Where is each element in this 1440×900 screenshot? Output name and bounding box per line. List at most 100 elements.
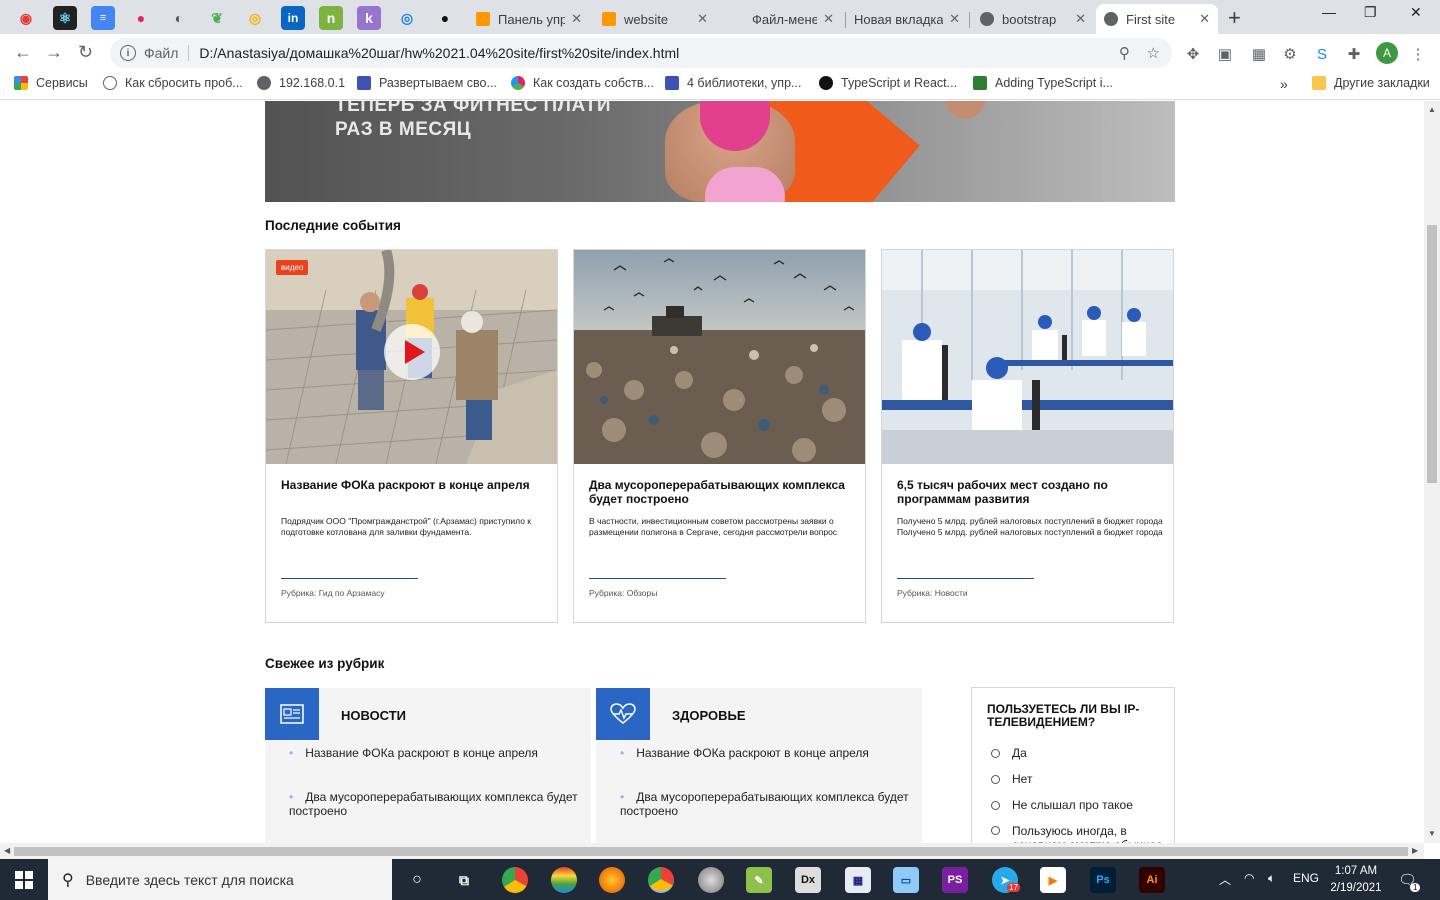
event-image-laboratory[interactable] — [882, 250, 1173, 464]
wifi-icon[interactable]: ◠ — [1244, 871, 1254, 885]
browser-colorful-icon[interactable] — [551, 867, 577, 893]
poll-option[interactable]: Да — [991, 746, 1027, 760]
bookmark-apps[interactable]: Сервисы — [14, 76, 88, 90]
new-tab-button[interactable]: + — [1228, 5, 1241, 31]
volume-icon[interactable]: 🔈︎ — [1268, 871, 1275, 886]
event-card[interactable]: Два мусороперерабатывающих комплекса буд… — [573, 249, 866, 623]
windows-start-icon[interactable] — [0, 859, 48, 900]
rubric-link[interactable]: • Два мусороперерабатывающих комплекса бу… — [289, 790, 579, 818]
bookmark-item[interactable]: 192.168.0.1 — [257, 76, 345, 90]
rubric-link[interactable]: • Два мусороперерабатывающих комплекса бу… — [620, 790, 910, 818]
pinned-tab-globe-icon[interactable]: ◐ — [167, 6, 191, 30]
event-card-title[interactable]: Два мусороперерабатывающих комплекса буд… — [589, 478, 849, 506]
address-bar[interactable]: i Файл D:/Anastasiya/домашка%20шаг/hw%20… — [110, 38, 1172, 68]
pinned-tab-app-icon[interactable]: ● — [129, 6, 153, 30]
clock[interactable]: 1:07 AM 2/19/2021 — [1322, 863, 1390, 897]
photoshop-icon[interactable]: Ps — [1090, 867, 1116, 893]
disc-icon[interactable] — [698, 867, 724, 893]
scrollbar-thumb[interactable] — [1427, 225, 1437, 483]
tab-first-site[interactable]: First site ✕ — [1096, 4, 1218, 34]
tray-chevron-up-icon[interactable]: ︿ — [1219, 871, 1231, 888]
profile-avatar[interactable]: A — [1376, 42, 1398, 64]
dx-icon[interactable]: Dx — [795, 867, 821, 893]
cortana-icon[interactable]: ○ — [404, 867, 430, 893]
phpstorm-icon[interactable]: PS — [942, 867, 968, 893]
video-player-icon[interactable]: ▶ — [1040, 867, 1066, 893]
illustrator-icon[interactable]: Ai — [1139, 867, 1165, 893]
address-url[interactable]: D:/Anastasiya/домашка%20шаг/hw%2021.04%2… — [199, 45, 679, 61]
event-image-landfill[interactable] — [574, 250, 865, 464]
close-tab-icon[interactable]: ✕ — [1199, 11, 1210, 27]
bookmark-item[interactable]: Развертываем сво... — [357, 76, 497, 90]
play-icon[interactable] — [384, 324, 440, 380]
radio-button[interactable] — [991, 800, 1000, 810]
pinned-tab-mongodb-icon[interactable]: ❦ — [205, 6, 229, 30]
scrollbar-thumb[interactable] — [14, 847, 1408, 856]
extension-grid-icon[interactable]: ▦ — [1249, 44, 1269, 64]
reload-icon[interactable]: ↻ — [78, 42, 93, 63]
bookmark-item[interactable]: Как создать собств... — [511, 76, 654, 90]
close-tab-icon[interactable]: ✕ — [571, 11, 582, 27]
poll-option[interactable]: Нет — [991, 772, 1032, 786]
other-bookmarks[interactable]: Другие закладки — [1312, 76, 1430, 90]
pinned-tab-docs-icon[interactable]: ≡ — [91, 6, 115, 30]
event-image-construction[interactable]: видео — [266, 250, 557, 464]
scroll-left-arrow-icon[interactable]: ◀ — [4, 846, 10, 855]
event-card[interactable]: 6,5 тысяч рабочих мест создано по програ… — [881, 249, 1174, 623]
extension-s-icon[interactable]: S — [1312, 44, 1332, 64]
pinned-tab-react-icon[interactable]: ⚛ — [53, 6, 77, 30]
rubric-name[interactable]: ЗДОРОВЬЕ — [672, 708, 746, 723]
vertical-scrollbar[interactable]: ▲ ▼ — [1424, 101, 1440, 843]
poll-option[interactable]: Не слышал про такое — [991, 798, 1133, 812]
event-card-title[interactable]: 6,5 тысяч рабочих мест создано по програ… — [897, 478, 1157, 506]
pinned-tab-pocket-icon[interactable]: ◉ — [14, 6, 38, 30]
bookmark-item[interactable]: 4 библиотеки, упр... — [665, 76, 801, 90]
menu-kebab-icon[interactable]: ⋮ — [1408, 44, 1428, 64]
calendar-icon[interactable]: ▦ — [845, 867, 871, 893]
promo-banner[interactable]: ТЕПЕРЬ ЗА ФИТНЕС ПЛАТИ РАЗ В МЕСЯЦ — [265, 101, 1175, 202]
horizontal-scrollbar[interactable]: ◀ ▶ — [0, 843, 1424, 859]
event-card[interactable]: видео Название ФОКа раскроют в конце апр… — [265, 249, 558, 623]
close-tab-icon[interactable]: ✕ — [823, 11, 834, 27]
pinned-tab-target-icon[interactable]: ◎ — [395, 6, 419, 30]
pinned-tab-n-icon[interactable]: n — [319, 6, 343, 30]
scroll-right-arrow-icon[interactable]: ▶ — [1412, 846, 1418, 855]
event-card-rubric[interactable]: Рубрика: Гид по Арзамасу — [281, 588, 385, 598]
event-card-rubric[interactable]: Рубрика: Обзоры — [589, 588, 657, 598]
forward-arrow-icon[interactable]: → — [45, 42, 63, 63]
move-extension-icon[interactable]: ✥ — [1183, 44, 1203, 64]
heart-pulse-icon[interactable] — [596, 688, 650, 740]
tab-bootstrap[interactable]: bootstrap ✕ — [972, 4, 1094, 34]
minimize-icon[interactable]: — — [1322, 4, 1336, 20]
bookmarks-overflow[interactable]: » — [1280, 76, 1288, 92]
bookmark-item[interactable]: Adding TypeScript i... — [973, 76, 1113, 90]
scroll-down-arrow-icon[interactable]: ▼ — [1428, 829, 1436, 838]
language-indicator[interactable]: ENG — [1293, 871, 1319, 885]
chrome-icon[interactable] — [502, 867, 528, 893]
rubric-link[interactable]: • Название ФОКа раскроют в конце апреля — [289, 746, 579, 760]
chrome-profile-icon[interactable] — [648, 867, 674, 893]
radio-button[interactable] — [991, 774, 1000, 784]
rubric-name[interactable]: НОВОСТИ — [341, 708, 406, 723]
extension-gray-icon[interactable]: ▣ — [1215, 44, 1235, 64]
event-card-rubric[interactable]: Рубрика: Новости — [897, 588, 968, 598]
task-view-icon[interactable]: ⧉ — [451, 867, 477, 893]
taskbar-search[interactable]: ⚲ Введите здесь текст для поиска — [48, 859, 392, 900]
radio-button[interactable] — [991, 826, 1000, 835]
tab-website[interactable]: website ✕ — [594, 4, 716, 34]
tab-panel[interactable]: Панель упр ✕ — [468, 4, 590, 34]
notepad-icon[interactable]: ✎ — [746, 867, 772, 893]
rubric-link[interactable]: • Название ФОКа раскроют в конце апреля — [620, 746, 910, 760]
scroll-up-arrow-icon[interactable]: ▲ — [1428, 105, 1436, 114]
extension-globe-icon[interactable]: ⚙ — [1280, 44, 1300, 64]
zoom-star-icons[interactable]: ⚲ ☆ — [1119, 44, 1160, 62]
pinned-tab-coin-icon[interactable]: ◎ — [243, 6, 267, 30]
close-tab-icon[interactable]: ✕ — [697, 11, 708, 27]
bookmark-item[interactable]: TypeScript и React... — [819, 76, 957, 90]
extensions-puzzle-icon[interactable]: ✚ — [1344, 44, 1364, 64]
restore-icon[interactable]: ❐ — [1364, 4, 1377, 21]
firefox-icon[interactable] — [599, 867, 625, 893]
bookmark-item[interactable]: Как сбросить проб... — [103, 76, 243, 90]
close-tab-icon[interactable]: ✕ — [949, 11, 960, 27]
back-arrow-icon[interactable]: ← — [14, 42, 32, 63]
